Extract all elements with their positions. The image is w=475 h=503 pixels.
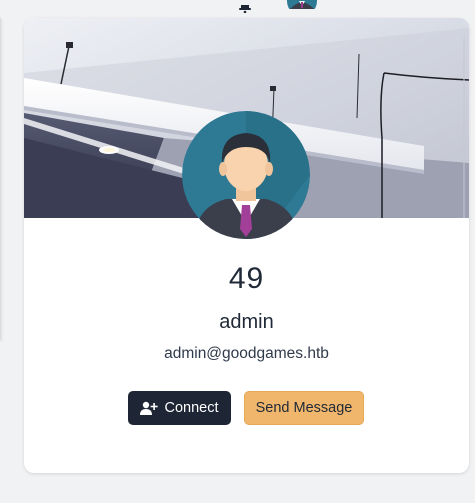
- connect-button-label: Connect: [164, 400, 219, 416]
- send-message-button-label: Send Message: [255, 400, 353, 416]
- profile-username: admin: [219, 311, 274, 333]
- user-plus-icon: [140, 401, 159, 415]
- send-message-button[interactable]: Send Message: [244, 391, 364, 425]
- profile-email: admin@goodgames.htb: [164, 345, 329, 362]
- bell-icon[interactable]: [238, 0, 252, 14]
- adjacent-card-edge: [0, 18, 1, 340]
- profile-stat-value: 49: [228, 262, 265, 295]
- businessman-avatar-icon: [182, 111, 310, 239]
- user-avatar-icon[interactable]: [286, 0, 318, 9]
- profile-card: 49 admin admin@goodgames.htb Connect Sen…: [24, 18, 469, 473]
- profile-avatar: [182, 111, 310, 239]
- top-navbar: [0, 0, 475, 14]
- connect-button[interactable]: Connect: [128, 391, 231, 425]
